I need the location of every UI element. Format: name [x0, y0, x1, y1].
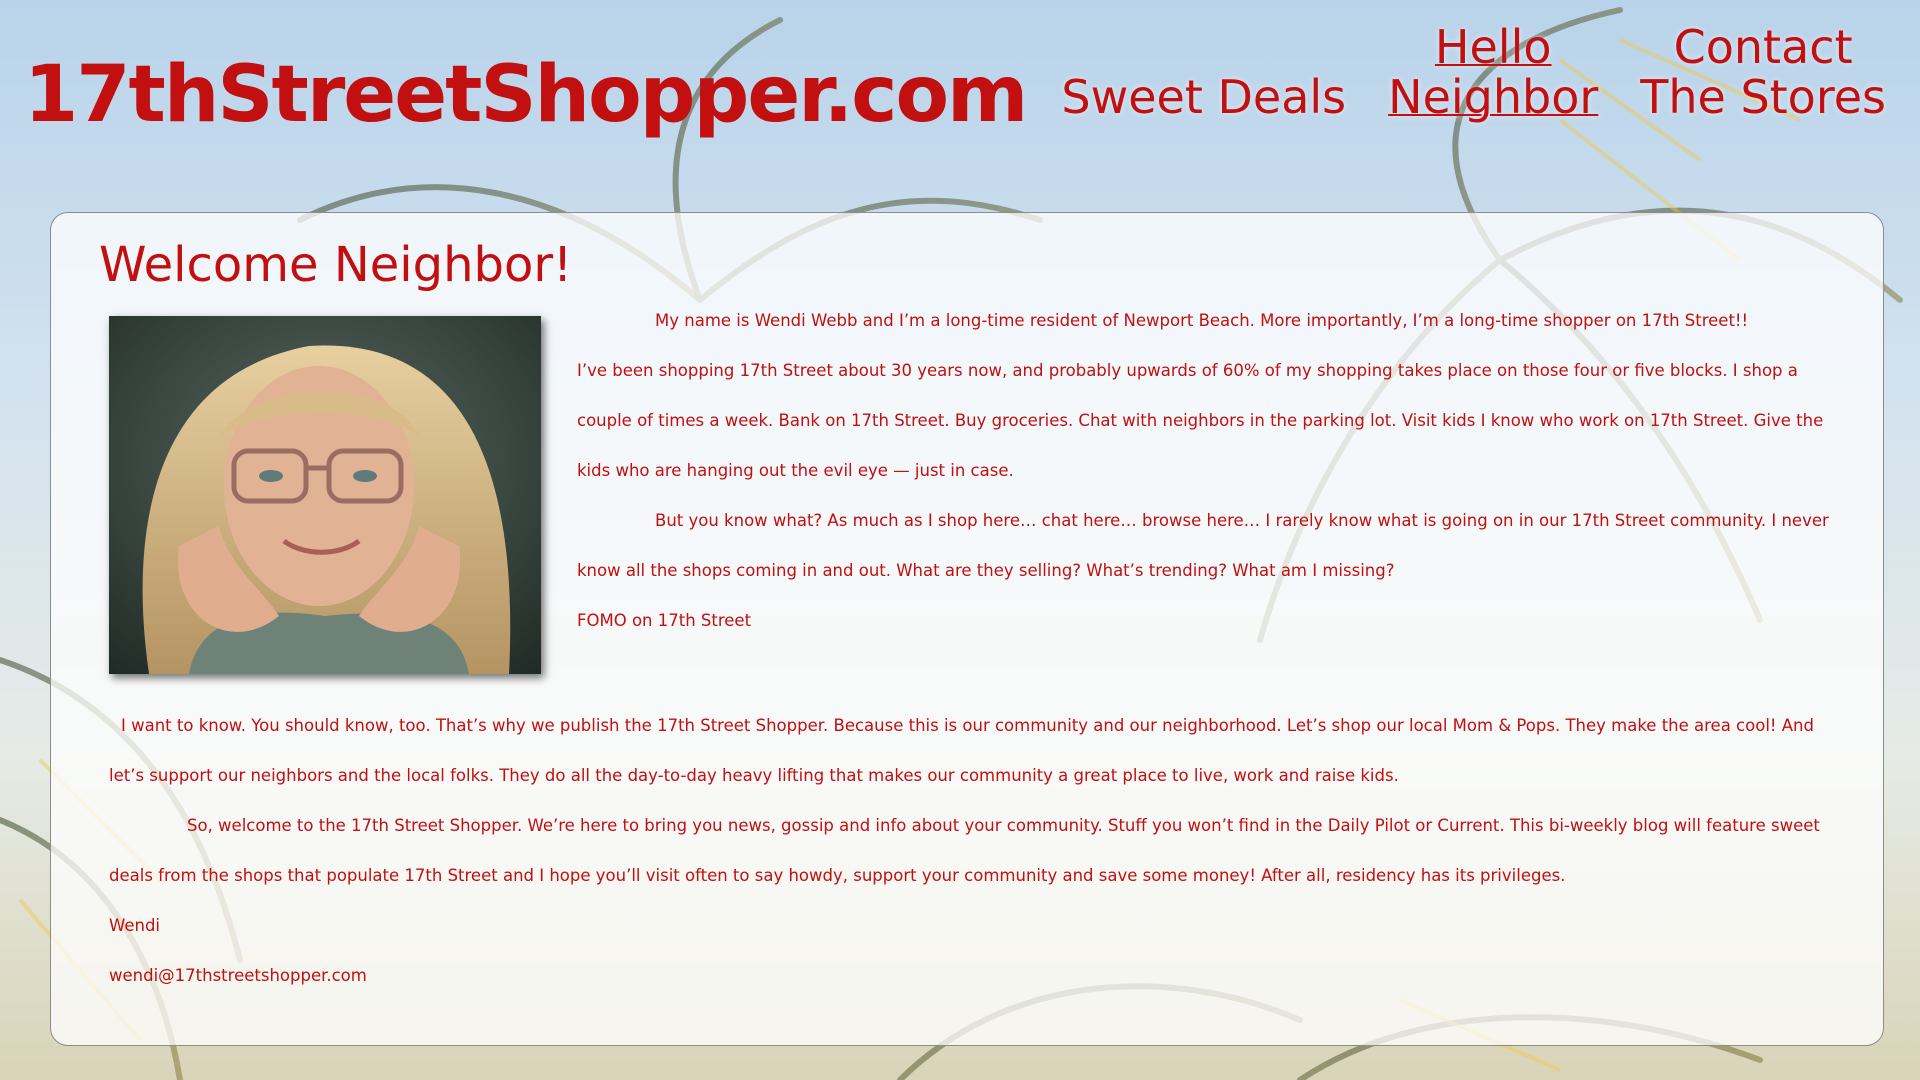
portrait-illustration: [109, 316, 541, 674]
content-panel: Welcome Neighbor! My name is Wendi Webb …: [50, 212, 1884, 1046]
nav-hello-neighbor-line1: Hello: [1434, 20, 1552, 74]
nav-sweet-deals[interactable]: Sweet Deals: [1061, 72, 1346, 122]
paragraph-fomo: FOMO on 17th Street: [577, 611, 752, 630]
nav-contact-line2: The Stores: [1640, 70, 1886, 124]
page-heading: Welcome Neighbor!: [99, 237, 573, 293]
nav-contact-the-stores[interactable]: Contact The Stores: [1640, 22, 1886, 122]
nav-hello-neighbor-line2: Neighbor: [1388, 70, 1599, 124]
nav-hello-neighbor[interactable]: Hello Neighbor: [1388, 22, 1598, 122]
body-text-block: I want to know. You should know, too. Th…: [109, 701, 1849, 1001]
signature-name: Wendi: [109, 916, 161, 935]
paragraph-community: But you know what? As much as I shop her…: [577, 511, 1829, 580]
paragraph-welcome: So, welcome to the 17th Street Shopper. …: [109, 816, 1820, 885]
paragraph-shopping: I’ve been shopping 17th Street about 30 …: [577, 361, 1824, 480]
portrait-photo: [109, 316, 541, 674]
paragraph-intro: My name is Wendi Webb and I’m a long-tim…: [655, 311, 1749, 330]
intro-text-block: My name is Wendi Webb and I’m a long-tim…: [577, 296, 1837, 646]
site-title[interactable]: 17thStreetShopper.com: [24, 50, 1028, 140]
contact-email-link[interactable]: wendi@17thstreetshopper.com: [109, 951, 1849, 1001]
nav-sweet-deals-line2: Sweet Deals: [1061, 70, 1347, 124]
paragraph-why: I want to know. You should know, too. Th…: [109, 716, 1814, 785]
main-nav: Sweet Deals Hello Neighbor Contact The S…: [1061, 22, 1886, 122]
nav-contact-line1: Contact: [1673, 20, 1853, 74]
